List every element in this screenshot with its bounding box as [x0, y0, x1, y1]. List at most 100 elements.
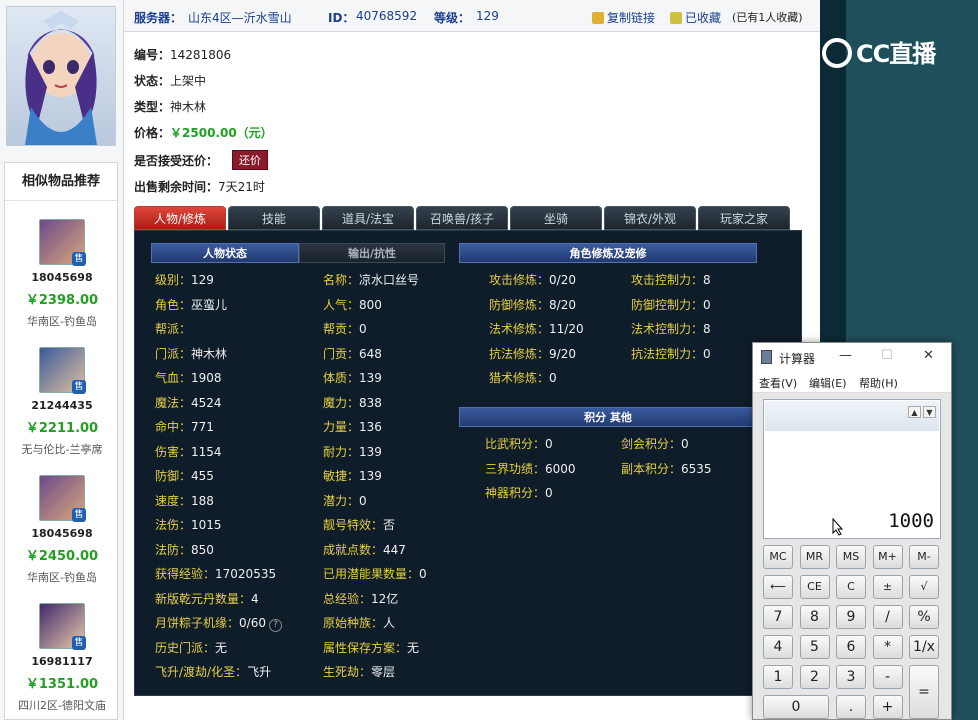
stat-value: 139 — [359, 469, 382, 483]
cultivation-row: 防御修炼：8/20 — [489, 296, 576, 313]
calc-key[interactable]: 7 — [763, 605, 793, 629]
favorite-button[interactable]: 已收藏 — [670, 9, 721, 26]
calc-key[interactable]: 6 — [836, 635, 866, 659]
points-row: 神器积分：0 — [485, 484, 553, 501]
similar-item-avatar[interactable]: 售 — [39, 219, 86, 266]
stat-key: 成就点数： — [323, 542, 384, 557]
similar-item[interactable]: 售 18045698 ￥2450.00 华南区-钓鱼岛 — [5, 475, 119, 603]
stat-key: 魔力： — [323, 395, 360, 410]
close-button[interactable]: ✕ — [923, 348, 934, 363]
similar-item-avatar[interactable]: 售 — [39, 603, 86, 650]
stat-key: 人气： — [323, 297, 360, 312]
menu-edit[interactable]: 编辑(E) — [809, 375, 847, 391]
stat-value: 136 — [359, 420, 382, 434]
minimize-button[interactable]: — — [839, 348, 852, 363]
calc-key[interactable]: M+ — [872, 545, 903, 569]
menu-help[interactable]: 帮助(H) — [859, 375, 898, 391]
tab-skills[interactable]: 技能 — [228, 206, 320, 230]
stat-key: 已用潜能果数量： — [323, 567, 420, 581]
calc-key[interactable]: % — [909, 605, 939, 629]
calc-key[interactable]: ⟵ — [763, 575, 793, 599]
header-output-resist[interactable]: 输出/抗性 — [299, 243, 445, 263]
similar-item-avatar[interactable]: 售 — [39, 347, 86, 394]
stat-value: 否 — [383, 518, 396, 532]
tab-pets[interactable]: 召唤兽/孩子 — [416, 206, 508, 230]
copy-link-button[interactable]: 复制链接 — [592, 9, 655, 26]
favorite-icon — [670, 12, 682, 24]
calc-key[interactable]: 2 — [799, 665, 830, 689]
tab-character[interactable]: 人物/修炼 — [134, 206, 226, 230]
similar-item[interactable]: 售 21244435 ￥2211.00 无与伦比-兰亭席 — [5, 347, 119, 475]
stat-key: 帮贡： — [323, 322, 360, 336]
calc-key[interactable]: 1 — [763, 665, 793, 689]
stat-key: 门派： — [155, 346, 192, 361]
stat-key: 猎术修炼： — [489, 371, 550, 385]
calc-key[interactable]: 3 — [836, 665, 866, 689]
stat-value: 1015 — [191, 518, 222, 532]
calc-key[interactable]: 5 — [799, 635, 830, 659]
similar-item-server: 四川2区-德阳文庙 — [18, 699, 106, 712]
tab-home[interactable]: 玩家之家 — [698, 206, 790, 230]
stat-value: 6535 — [681, 461, 712, 476]
calc-key[interactable]: C — [836, 575, 866, 599]
stat-key: 飞升/渡劫/化圣： — [155, 665, 248, 679]
calc-key[interactable]: M- — [909, 545, 939, 569]
server-label: 服务器： — [134, 11, 183, 25]
stat-row: 气血：1908 — [155, 369, 222, 386]
tab-outfits[interactable]: 锦衣/外观 — [604, 206, 696, 230]
stat-row: 名称：凉水口丝号 — [323, 271, 419, 288]
down-arrow-icon[interactable]: ▼ — [923, 406, 936, 418]
tab-items[interactable]: 道具/法宝 — [322, 206, 414, 230]
stat-value: 0 — [359, 322, 367, 336]
calc-key[interactable]: 1/x — [909, 635, 939, 659]
up-arrow-icon[interactable]: ▲ — [908, 406, 921, 418]
calc-key[interactable]: 0 — [763, 695, 829, 719]
calc-key[interactable]: 8 — [799, 605, 830, 629]
calc-key[interactable]: √ — [909, 575, 939, 599]
tab-mounts[interactable]: 坐骑 — [510, 206, 602, 230]
stat-value: 447 — [383, 542, 406, 557]
header-cultivation: 角色修炼及宠修 — [459, 243, 757, 263]
maximize-button[interactable]: ☐ — [881, 348, 893, 363]
cultivation-row: 抗法控制力：0 — [631, 345, 711, 362]
similar-item-avatar[interactable]: 售 — [39, 475, 86, 522]
calc-key[interactable]: ± — [872, 575, 903, 599]
stat-row: 速度：188 — [155, 492, 214, 509]
calculator-title: 计算器 — [779, 352, 816, 366]
stat-key: 靓号特效： — [323, 518, 384, 532]
calc-key[interactable]: MR — [799, 545, 830, 569]
points-row: 三界功绩：6000 — [485, 460, 576, 477]
stat-value: 0 — [681, 437, 689, 451]
calc-key[interactable]: CE — [799, 575, 830, 599]
stat-key: 名称： — [323, 273, 360, 287]
calc-key[interactable]: - — [872, 665, 903, 689]
remaining-time: 出售剩余时间：7天21时 — [134, 180, 265, 194]
similar-item[interactable]: 售 18045698 ￥2398.00 华南区-钓鱼岛 — [5, 219, 119, 347]
stat-value: 零层 — [371, 665, 396, 679]
calc-key[interactable]: . — [836, 695, 866, 719]
stat-row: 耐力：139 — [323, 443, 382, 460]
stat-row: 已用潜能果数量：0 — [323, 565, 427, 582]
stat-value: 129 — [191, 273, 214, 287]
stat-row: 力量：136 — [323, 418, 382, 435]
calc-key[interactable]: MS — [836, 545, 866, 569]
calc-key[interactable]: + — [872, 695, 903, 719]
counter-offer-button[interactable]: 还价 — [232, 150, 268, 170]
menu-view[interactable]: 查看(V) — [759, 375, 797, 391]
calc-key[interactable]: 9 — [836, 605, 866, 629]
help-icon[interactable]: ? — [268, 619, 282, 632]
stat-row: 伤害：1154 — [155, 443, 222, 460]
calc-key[interactable]: = — [909, 665, 939, 719]
stat-value: 4524 — [191, 395, 222, 410]
calc-key[interactable]: / — [872, 605, 903, 629]
history-scroll[interactable]: ▲ ▼ — [906, 406, 936, 418]
calc-key[interactable]: * — [872, 635, 903, 659]
calc-key[interactable]: MC — [763, 545, 793, 569]
similar-item[interactable]: 售 16981117 ￥1351.00 四川2区-德阳文庙 — [5, 603, 119, 720]
stat-value: 0/60 — [239, 616, 266, 630]
cc-live-logo: CC直播 — [822, 34, 952, 74]
header-character-status[interactable]: 人物状态 — [151, 243, 299, 263]
stat-value: 巫蛮儿 — [191, 297, 228, 312]
stat-key: 敏捷： — [323, 469, 360, 483]
calc-key[interactable]: 4 — [763, 635, 793, 659]
